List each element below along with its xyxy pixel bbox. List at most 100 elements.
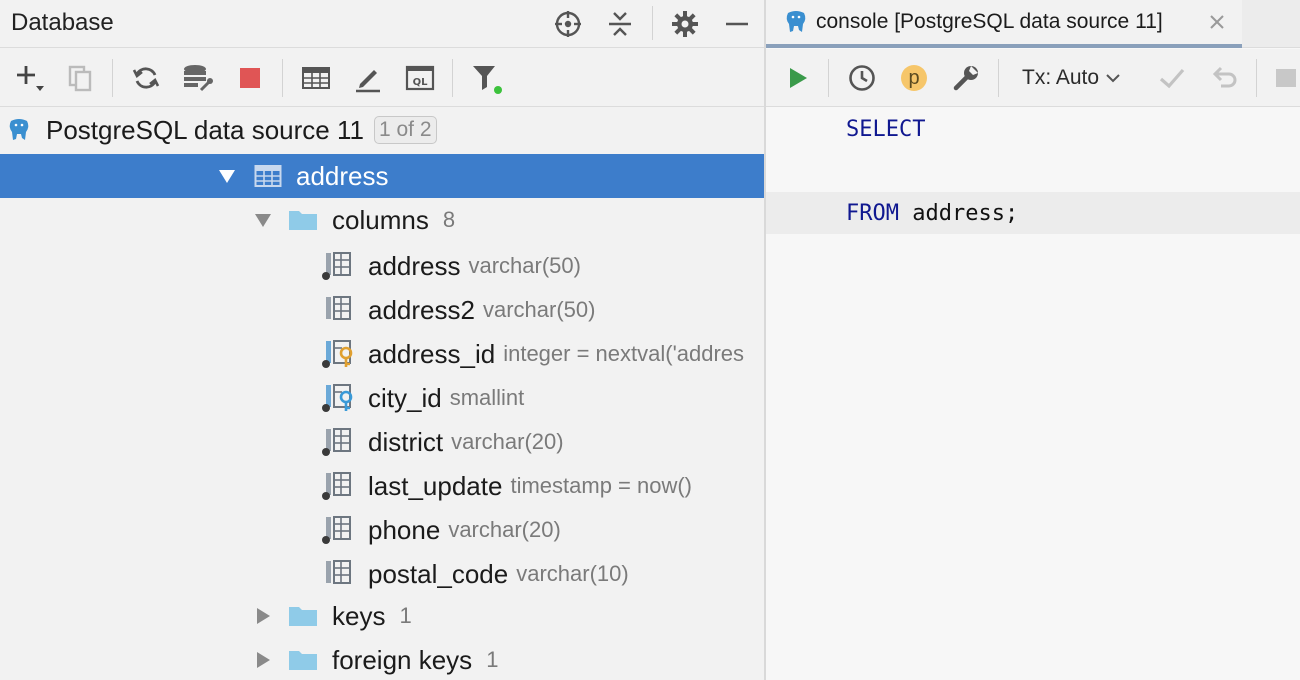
gear-icon[interactable] bbox=[669, 8, 701, 40]
column-type: integer = nextval('addres bbox=[503, 341, 745, 366]
sql-keyword: SELECT bbox=[846, 116, 926, 142]
toolbar-separator bbox=[998, 59, 999, 97]
column-name: city_id bbox=[368, 382, 442, 413]
tree-row-keys-folder[interactable]: keys 1 bbox=[0, 594, 764, 638]
schema-sync-icon[interactable] bbox=[180, 61, 216, 95]
folder-icon bbox=[288, 648, 318, 672]
expand-arrow-icon[interactable] bbox=[252, 209, 274, 231]
stop-icon[interactable] bbox=[1270, 61, 1298, 95]
transaction-mode-dropdown[interactable]: Tx: Auto bbox=[1022, 63, 1121, 93]
column-type: varchar(20) bbox=[448, 517, 561, 542]
console-editor-panel: console [PostgreSQL data source 11] p Tx… bbox=[766, 0, 1300, 680]
editor-tab-bar: console [PostgreSQL data source 11] bbox=[766, 0, 1300, 48]
table-view-icon[interactable] bbox=[298, 61, 334, 95]
crosshair-icon[interactable] bbox=[552, 8, 584, 40]
tab-console[interactable]: console [PostgreSQL data source 11] bbox=[766, 0, 1242, 48]
foreign-keys-count: 1 bbox=[486, 647, 499, 672]
tree-row-table-address[interactable]: address bbox=[0, 154, 764, 198]
column-icon bbox=[322, 427, 354, 457]
column-name: postal_code bbox=[368, 558, 509, 589]
toolbar-separator bbox=[828, 59, 829, 97]
column-name: address2 bbox=[368, 294, 475, 325]
collapsed-arrow-icon[interactable] bbox=[252, 605, 274, 627]
tree-row-column[interactable]: address varchar(50) bbox=[0, 244, 764, 288]
close-icon[interactable] bbox=[1206, 11, 1228, 33]
database-tree: PostgreSQL data source 11 1 of 2 address… bbox=[0, 108, 764, 680]
parameters-label: p bbox=[908, 66, 920, 89]
code-line-3-current[interactable]: FROM address; bbox=[766, 192, 1300, 234]
database-tool-window: Database QL PostgreSQL data source 11 1 … bbox=[0, 0, 764, 680]
run-icon[interactable] bbox=[780, 61, 816, 95]
folder-icon bbox=[288, 604, 318, 628]
tree-row-column[interactable]: last_update timestamp = now() bbox=[0, 464, 764, 508]
columns-folder-label: columns bbox=[332, 204, 429, 235]
toolbar-separator bbox=[452, 59, 453, 97]
code-line-2[interactable] bbox=[766, 150, 1300, 192]
sql-editor[interactable]: SELECT FROM address; bbox=[766, 108, 1300, 680]
column-type: timestamp = now() bbox=[510, 473, 693, 498]
column-icon bbox=[322, 515, 354, 545]
tree-row-column[interactable]: city_id smallint bbox=[0, 376, 764, 420]
folder-icon bbox=[288, 208, 318, 232]
toolbar-separator bbox=[112, 59, 113, 97]
stop-icon[interactable] bbox=[232, 61, 268, 95]
collapsed-arrow-icon[interactable] bbox=[252, 649, 274, 671]
sql-table-ref: address; bbox=[898, 200, 1019, 226]
settings-wrench-icon[interactable] bbox=[948, 61, 984, 95]
column-type: varchar(50) bbox=[468, 253, 581, 278]
duplicate-icon[interactable] bbox=[62, 61, 98, 95]
tree-row-column[interactable]: postal_code varchar(10) bbox=[0, 552, 764, 596]
minimize-icon[interactable] bbox=[721, 8, 753, 40]
column-type: varchar(10) bbox=[516, 561, 629, 586]
history-clock-icon[interactable] bbox=[844, 61, 880, 95]
filter-icon[interactable] bbox=[468, 61, 504, 95]
transaction-mode-label: Tx: Auto bbox=[1022, 66, 1100, 89]
add-icon[interactable] bbox=[12, 61, 48, 95]
database-header: Database bbox=[0, 0, 764, 48]
datasource-count-badge[interactable]: 1 of 2 bbox=[373, 116, 437, 144]
collapse-all-icon[interactable] bbox=[604, 8, 636, 40]
tree-row-column[interactable]: address_id integer = nextval('addres bbox=[0, 332, 764, 376]
toolbar-separator bbox=[1256, 59, 1257, 97]
postgresql-elephant-icon bbox=[784, 9, 808, 35]
code-line-1[interactable]: SELECT bbox=[766, 108, 1300, 150]
parameters-icon[interactable]: p bbox=[896, 61, 932, 95]
column-type: smallint bbox=[449, 385, 525, 410]
datasource-label: PostgreSQL data source 11 bbox=[46, 114, 364, 145]
keys-folder-label: keys bbox=[332, 600, 386, 631]
svg-text:QL: QL bbox=[413, 77, 429, 88]
keys-count: 1 bbox=[399, 603, 412, 628]
column-type: varchar(20) bbox=[451, 429, 564, 454]
tree-row-datasource[interactable]: PostgreSQL data source 11 1 of 2 bbox=[0, 108, 764, 152]
edit-icon[interactable] bbox=[350, 61, 386, 95]
table-icon bbox=[254, 164, 282, 188]
tab-title: console [PostgreSQL data source 11] bbox=[816, 10, 1163, 33]
column-name: phone bbox=[368, 514, 441, 545]
tree-row-column[interactable]: address2 varchar(50) bbox=[0, 288, 764, 332]
tree-row-column[interactable]: district varchar(20) bbox=[0, 420, 764, 464]
column-name: district bbox=[368, 426, 444, 457]
tree-row-columns-folder[interactable]: columns 8 bbox=[0, 198, 764, 242]
expand-arrow-icon[interactable] bbox=[216, 165, 238, 187]
panel-title: Database bbox=[11, 9, 114, 36]
column-icon bbox=[322, 251, 354, 281]
toolbar-separator bbox=[282, 59, 283, 97]
query-console-icon[interactable]: QL bbox=[402, 61, 438, 95]
primary-key-column-icon bbox=[322, 339, 354, 369]
rollback-undo-icon[interactable] bbox=[1206, 61, 1242, 95]
header-separator bbox=[652, 6, 653, 40]
tree-row-foreign-keys-folder[interactable]: foreign keys 1 bbox=[0, 638, 764, 680]
tree-row-column[interactable]: phone varchar(20) bbox=[0, 508, 764, 552]
table-label: address bbox=[296, 160, 389, 191]
chevron-down-icon bbox=[1105, 72, 1121, 84]
foreign-keys-folder-label: foreign keys bbox=[332, 644, 473, 675]
columns-count: 8 bbox=[442, 207, 456, 232]
commit-check-icon[interactable] bbox=[1154, 61, 1190, 95]
column-icon bbox=[322, 559, 354, 589]
column-type: varchar(50) bbox=[482, 297, 596, 322]
postgresql-elephant-icon bbox=[6, 117, 32, 143]
foreign-key-column-icon bbox=[322, 383, 354, 413]
column-name: address_id bbox=[368, 338, 496, 369]
database-toolbar: QL bbox=[0, 49, 764, 107]
refresh-icon[interactable] bbox=[128, 61, 164, 95]
